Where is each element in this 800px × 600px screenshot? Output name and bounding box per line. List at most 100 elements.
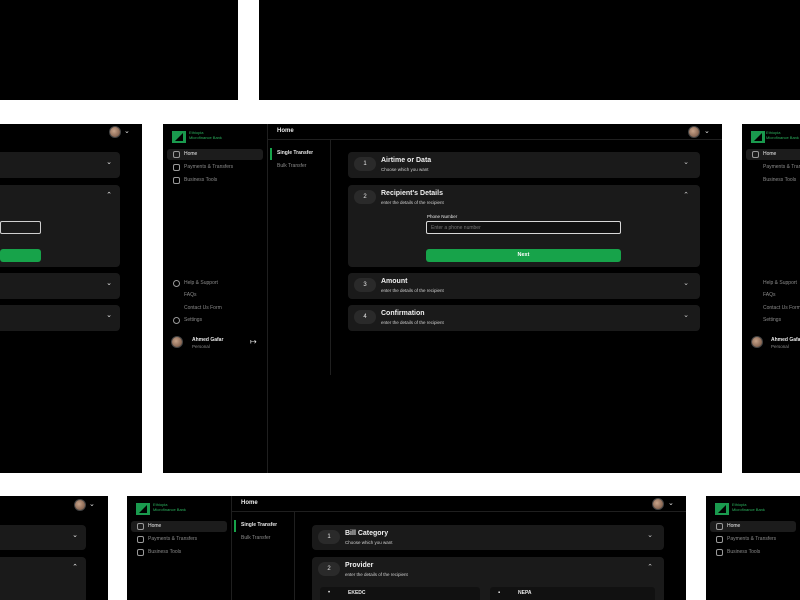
sidebar-item-faqs[interactable]: FAQs bbox=[763, 292, 776, 298]
bank-logo bbox=[751, 131, 765, 143]
next-button[interactable]: Next bbox=[426, 249, 621, 262]
tab-single-transfer[interactable]: Single Transfer bbox=[241, 522, 277, 528]
chevron-up-icon: ⌃ bbox=[72, 564, 78, 571]
step-subtitle: Choose which you want bbox=[345, 540, 393, 545]
chevron-down-icon: ⌄ bbox=[106, 159, 112, 166]
sidebar: Ethiopia Microfinance Bank Home Payments… bbox=[127, 496, 232, 600]
sidebar-item-home[interactable]: Home bbox=[131, 521, 227, 532]
step-title: Confirmation bbox=[381, 310, 425, 317]
sidebar-item-label: Business Tools bbox=[184, 177, 218, 183]
sidebar-item-faqs[interactable]: FAQs bbox=[167, 290, 263, 301]
next-button[interactable] bbox=[0, 249, 41, 262]
tab-single-transfer[interactable]: Single Transfer bbox=[277, 150, 313, 156]
payments-icon bbox=[173, 164, 180, 171]
avatar[interactable] bbox=[109, 126, 121, 138]
chevron-down-icon[interactable]: ⌄ bbox=[668, 499, 674, 507]
step-number: 4 bbox=[354, 310, 376, 324]
sidebar-item-payments[interactable]: Payments & Transfers bbox=[763, 164, 800, 170]
gear-icon bbox=[173, 317, 180, 324]
step-card-recipient[interactable]: 2 Recipient's Details enter the details … bbox=[348, 185, 700, 267]
sidebar-item-label: Home bbox=[184, 151, 198, 157]
bolt-icon: • bbox=[328, 590, 331, 596]
sidebar-item-business-tools[interactable]: Business Tools bbox=[131, 547, 227, 558]
sidebar-item-label: FAQs bbox=[184, 292, 197, 298]
header-bar: Home ⌄ bbox=[268, 124, 722, 140]
chevron-down-icon[interactable]: ⌄ bbox=[124, 127, 130, 135]
step-card[interactable]: ⌄ bbox=[0, 305, 120, 331]
briefcase-icon bbox=[173, 177, 180, 184]
step-card-bill-category[interactable]: 1 Bill Category Choose which you want ⌄ bbox=[312, 525, 664, 550]
phone-input[interactable] bbox=[426, 221, 621, 234]
step-card-confirmation[interactable]: 4 Confirmation enter the details of the … bbox=[348, 305, 700, 331]
sidebar-item-home[interactable]: Home bbox=[710, 521, 796, 532]
step-card[interactable]: ⌄ bbox=[0, 152, 120, 178]
logout-icon[interactable]: ↦ bbox=[250, 337, 257, 346]
transfer-subnav: Single Transfer Bulk Transfer bbox=[268, 140, 331, 375]
page-title: Home bbox=[241, 500, 258, 506]
step-card[interactable]: ⌃ bbox=[0, 557, 86, 600]
sidebar-item-payments[interactable]: Payments & Transfers bbox=[167, 162, 263, 173]
user-avatar bbox=[171, 336, 183, 348]
page-title: Home bbox=[277, 128, 294, 134]
home-icon bbox=[137, 523, 144, 530]
step-card[interactable]: ⌃ bbox=[0, 185, 120, 267]
tab-bulk-transfer[interactable]: Bulk Transfer bbox=[277, 163, 306, 169]
step-card-provider[interactable]: 2 Provider enter the details of the reci… bbox=[312, 557, 664, 600]
provider-name: NEPA bbox=[518, 590, 532, 596]
frame-bottom-left: ⌄ ⌄ ⌃ bbox=[0, 496, 108, 600]
sidebar-item-label: Settings bbox=[184, 317, 203, 323]
sidebar-item-business-tools[interactable]: Business Tools bbox=[763, 177, 796, 183]
sidebar-item-home[interactable]: Home bbox=[746, 149, 800, 160]
frame-bills: Ethiopia Microfinance Bank Home Payments… bbox=[127, 496, 686, 600]
user-name: Ahmed Gafar bbox=[192, 337, 224, 343]
sidebar-item-label: Home bbox=[148, 523, 162, 529]
chevron-up-icon: ⌃ bbox=[106, 192, 112, 199]
user-role: Personal bbox=[771, 344, 789, 349]
chevron-down-icon: ⌄ bbox=[106, 280, 112, 287]
avatar[interactable] bbox=[652, 498, 664, 510]
logo-text: Ethiopia Microfinance Bank bbox=[153, 502, 186, 512]
chevron-down-icon: ⌄ bbox=[683, 280, 689, 287]
step-title: Provider bbox=[345, 562, 374, 569]
phone-input[interactable] bbox=[0, 221, 41, 234]
sidebar-item-payments[interactable]: Payments & Transfers bbox=[131, 534, 227, 545]
sidebar: Ethiopia Microfinance Bank Home Payments… bbox=[163, 124, 268, 473]
frame-left-partial: ⌄ ⌄ ⌃ ⌄ ⌄ bbox=[0, 124, 142, 473]
provider-option-ekedc[interactable]: • EKEDC bbox=[320, 587, 480, 600]
sidebar-item-home[interactable]: Home bbox=[167, 149, 263, 160]
step-title: Amount bbox=[381, 278, 408, 285]
step-card-airtime[interactable]: 1 Airtime or Data Choose which you want … bbox=[348, 152, 700, 178]
chevron-down-icon: ⌄ bbox=[683, 159, 689, 166]
sidebar-item-help[interactable]: Help & Support bbox=[167, 278, 263, 289]
sidebar-item-settings[interactable]: Settings bbox=[763, 317, 781, 323]
chevron-down-icon: ⌄ bbox=[683, 312, 689, 319]
sidebar-item-contact[interactable]: Contact Us Form bbox=[167, 303, 263, 314]
step-card-amount[interactable]: 3 Amount enter the details of the recipi… bbox=[348, 273, 700, 299]
sidebar-item-business-tools[interactable]: Business Tools bbox=[710, 547, 796, 558]
tab-bulk-transfer[interactable]: Bulk Transfer bbox=[241, 535, 270, 541]
user-name: Ahmed Gafar bbox=[771, 337, 800, 343]
sidebar-item-label: Contact Us Form bbox=[184, 305, 222, 311]
step-subtitle: Choose which you want bbox=[381, 167, 429, 172]
chevron-down-icon[interactable]: ⌄ bbox=[704, 127, 710, 135]
sidebar-item-payments[interactable]: Payments & Transfers bbox=[710, 534, 796, 545]
chevron-down-icon: ⌄ bbox=[106, 312, 112, 319]
step-card[interactable]: ⌄ bbox=[0, 525, 86, 550]
sidebar-item-business-tools[interactable]: Business Tools bbox=[167, 175, 263, 186]
user-role: Personal bbox=[192, 344, 210, 349]
sidebar-item-contact[interactable]: Contact Us Form bbox=[763, 305, 800, 311]
payments-icon bbox=[716, 536, 723, 543]
chevron-down-icon[interactable]: ⌄ bbox=[89, 500, 95, 508]
step-card[interactable]: ⌄ bbox=[0, 273, 120, 299]
home-icon bbox=[716, 523, 723, 530]
phone-label: Phone Number bbox=[427, 214, 458, 219]
frame-right-partial: Ethiopia Microfinance Bank Home Payments… bbox=[742, 124, 800, 473]
avatar[interactable] bbox=[688, 126, 700, 138]
sidebar-item-help[interactable]: Help & Support bbox=[763, 280, 797, 286]
sidebar-item-label: Home bbox=[727, 523, 741, 529]
avatar[interactable] bbox=[74, 499, 86, 511]
sidebar-item-label: Business Tools bbox=[148, 549, 182, 555]
provider-option-nepa[interactable]: ▪ NEPA bbox=[490, 587, 655, 600]
chevron-up-icon: ⌃ bbox=[647, 564, 653, 571]
sidebar-item-settings[interactable]: Settings bbox=[167, 315, 263, 326]
